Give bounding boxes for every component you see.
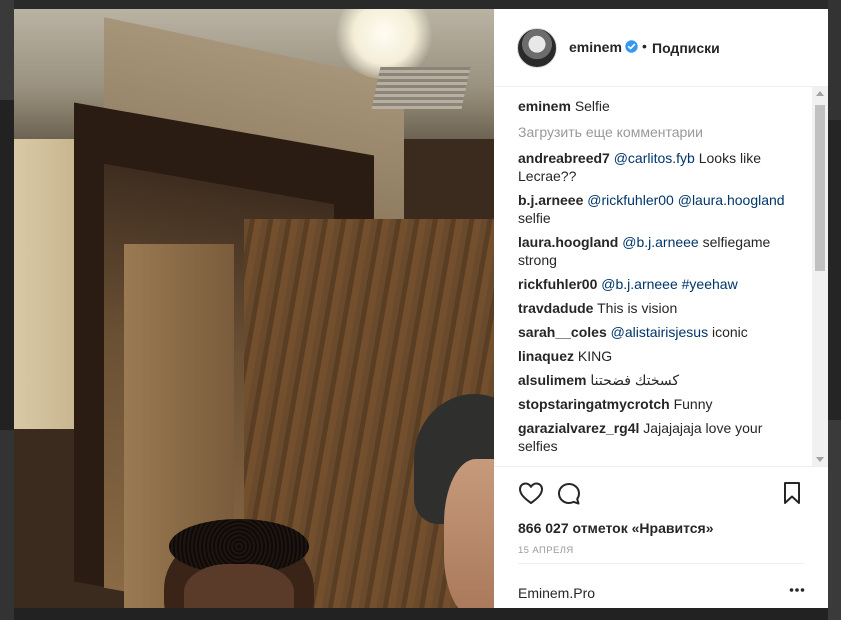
- comment-username[interactable]: stopstaringatmycrotch: [518, 396, 670, 412]
- comment-icon[interactable]: [556, 481, 582, 507]
- comment-text: KING: [577, 348, 613, 364]
- comment-username[interactable]: sarah__coles: [518, 324, 607, 340]
- comment-mention-link[interactable]: @rickfuhler00: [587, 192, 674, 208]
- bookmark-icon[interactable]: [782, 481, 802, 505]
- scroll-down-arrow-icon[interactable]: [816, 457, 824, 462]
- actions-divider: [518, 563, 804, 564]
- comments-scrollbar[interactable]: [812, 87, 828, 466]
- comment-item: linaquez KING: [518, 347, 798, 365]
- backdrop-tile: [14, 608, 828, 620]
- comment-item: rickfuhler00 @b.j.arneee #yeehaw: [518, 275, 798, 293]
- avatar[interactable]: [517, 28, 557, 68]
- comment-text: This is vision: [597, 300, 678, 316]
- post-photo[interactable]: [14, 9, 494, 608]
- comment-mention-link[interactable]: @b.j.arneee: [601, 276, 677, 292]
- comment-mention-link[interactable]: #yeehaw: [682, 276, 738, 292]
- photo-person-face: [184, 564, 294, 608]
- header-separator: •: [642, 38, 647, 54]
- comment-item: b.j.arneee @rickfuhler00 @laura.hoogland…: [518, 191, 798, 227]
- comment-username[interactable]: garazialvarez_rg4l: [518, 420, 639, 436]
- backdrop-tile: [828, 420, 841, 620]
- post-caption: eminem Selfie: [518, 97, 798, 115]
- heart-icon[interactable]: [518, 481, 544, 505]
- scroll-up-arrow-icon[interactable]: [816, 91, 824, 96]
- comment-item: travdadude This is vision: [518, 299, 798, 317]
- comment-username[interactable]: alsulimem: [518, 372, 586, 388]
- comment-username[interactable]: travdadude: [518, 300, 593, 316]
- post-actions: 866 027 отметок «Нравится» 15 АПРЕЛЯ Emi…: [494, 466, 828, 609]
- post-date[interactable]: 15 АПРЕЛЯ: [518, 545, 574, 556]
- add-comment-field[interactable]: Eminem.Pro: [518, 585, 595, 601]
- scroll-thumb[interactable]: [815, 105, 825, 271]
- backdrop-tile: [0, 0, 14, 100]
- caption-text: Selfie: [574, 98, 610, 114]
- comment-mention-link[interactable]: @b.j.arneee: [622, 234, 698, 250]
- post-modal: eminem • Подписки eminem Selfie Загрузит…: [14, 9, 828, 608]
- comment-item: sarah__coles @alistairisjesus iconic: [518, 323, 798, 341]
- comment-username[interactable]: laura.hoogland: [518, 234, 618, 250]
- comment-text: iconic: [708, 324, 748, 340]
- comment-mention-link[interactable]: @carlitos.fyb: [614, 150, 695, 166]
- comment-username[interactable]: linaquez: [518, 348, 574, 364]
- comments-list[interactable]: eminem Selfie Загрузить еще комментарии …: [518, 97, 798, 465]
- comment-text: selfie: [518, 210, 551, 226]
- comment-item: laura.hoogland @b.j.arneee selfiegame st…: [518, 233, 798, 269]
- comment-item: andreabreed7 @carlitos.fyb Looks like Le…: [518, 149, 798, 185]
- comment-username[interactable]: andreabreed7: [518, 150, 610, 166]
- caption-username[interactable]: eminem: [518, 98, 571, 114]
- comment-item: garazialvarez_rg4l Jajajajaja love your …: [518, 419, 798, 455]
- comment-username[interactable]: b.j.arneee: [518, 192, 583, 208]
- backdrop-tile: [828, 0, 841, 120]
- post-side-panel: eminem • Подписки eminem Selfie Загрузит…: [494, 9, 828, 608]
- backdrop-tile: [828, 120, 841, 420]
- comment-username[interactable]: rickfuhler00: [518, 276, 597, 292]
- load-more-comments-button[interactable]: Загрузить еще комментарии: [518, 123, 798, 141]
- verified-badge-icon: [625, 40, 638, 53]
- likes-count[interactable]: 866 027 отметок «Нравится»: [518, 520, 714, 536]
- comment-mention-link[interactable]: @alistairisjesus: [611, 324, 708, 340]
- follow-button[interactable]: Подписки: [652, 40, 720, 56]
- comment-text: كسختك فضحتنا: [590, 372, 680, 388]
- comment-text: Funny: [673, 396, 713, 412]
- comment-container: andreabreed7 @carlitos.fyb Looks like Le…: [518, 149, 798, 455]
- comment-mention-link[interactable]: @laura.hoogland: [678, 192, 785, 208]
- photo-person-face: [444, 459, 494, 608]
- backdrop-tile: [0, 100, 14, 430]
- header-username[interactable]: eminem: [569, 39, 622, 55]
- post-header: eminem • Подписки: [494, 9, 828, 87]
- photo-vent: [371, 67, 471, 109]
- backdrop-tile: [0, 430, 14, 620]
- comment-item: alsulimem كسختك فضحتنا: [518, 371, 798, 389]
- comment-item: stopstaringatmycrotch Funny: [518, 395, 798, 413]
- backdrop-tile: [14, 0, 828, 9]
- more-icon[interactable]: [789, 587, 805, 593]
